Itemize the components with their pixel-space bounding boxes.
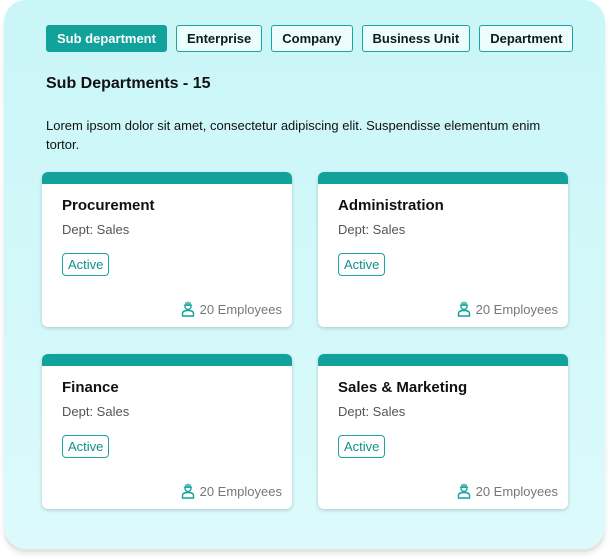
page-title: Sub Departments - 15 bbox=[46, 75, 211, 92]
sub-department-card[interactable]: Procurement Dept: Sales Active 20 Employ… bbox=[42, 172, 292, 327]
tab-enterprise[interactable]: Enterprise bbox=[175, 25, 263, 52]
tab-department[interactable]: Department bbox=[479, 25, 574, 52]
card-department: Dept: Sales bbox=[338, 404, 406, 419]
card-department: Dept: Sales bbox=[338, 222, 406, 237]
employee-count: 20 Employees bbox=[457, 301, 558, 317]
card-title: Administration bbox=[338, 197, 444, 214]
card-department: Dept: Sales bbox=[62, 222, 130, 237]
tab-company[interactable]: Company bbox=[271, 25, 353, 52]
department-level-tabs: Sub department Enterprise Company Busine… bbox=[46, 25, 574, 52]
card-header-bar bbox=[42, 172, 292, 184]
employee-icon bbox=[457, 301, 470, 317]
card-header-bar bbox=[42, 354, 292, 366]
employee-count-label: 20 Employees bbox=[475, 483, 558, 499]
employee-icon bbox=[457, 483, 470, 499]
page-description: Lorem ipsom dolor sit amet, consectetur … bbox=[46, 118, 541, 152]
status-badge: Active bbox=[62, 435, 110, 458]
card-title: Procurement bbox=[62, 197, 155, 214]
sub-departments-panel: Sub department Enterprise Company Busine… bbox=[4, 0, 605, 549]
status-badge: Active bbox=[338, 435, 386, 458]
sub-department-card[interactable]: Administration Dept: Sales Active 20 Emp… bbox=[318, 172, 568, 327]
employee-count-label: 20 Employees bbox=[199, 483, 282, 499]
status-badge: Active bbox=[62, 253, 110, 276]
card-department: Dept: Sales bbox=[62, 404, 130, 419]
employee-count-label: 20 Employees bbox=[199, 301, 282, 317]
card-header-bar bbox=[318, 172, 568, 184]
card-title: Sales & Marketing bbox=[338, 379, 468, 396]
employee-icon bbox=[181, 301, 194, 317]
tab-sub-department[interactable]: Sub department bbox=[46, 25, 167, 52]
employee-count: 20 Employees bbox=[181, 301, 282, 317]
tab-business-unit[interactable]: Business Unit bbox=[361, 25, 471, 52]
employee-icon bbox=[181, 483, 194, 499]
employee-count: 20 Employees bbox=[181, 483, 282, 499]
status-badge: Active bbox=[338, 253, 386, 276]
sub-department-card[interactable]: Sales & Marketing Dept: Sales Active 20 … bbox=[318, 354, 568, 509]
card-header-bar bbox=[318, 354, 568, 366]
employee-count: 20 Employees bbox=[457, 483, 558, 499]
sub-department-card[interactable]: Finance Dept: Sales Active 20 Employees bbox=[42, 354, 292, 509]
card-title: Finance bbox=[62, 379, 119, 396]
employee-count-label: 20 Employees bbox=[475, 301, 558, 317]
